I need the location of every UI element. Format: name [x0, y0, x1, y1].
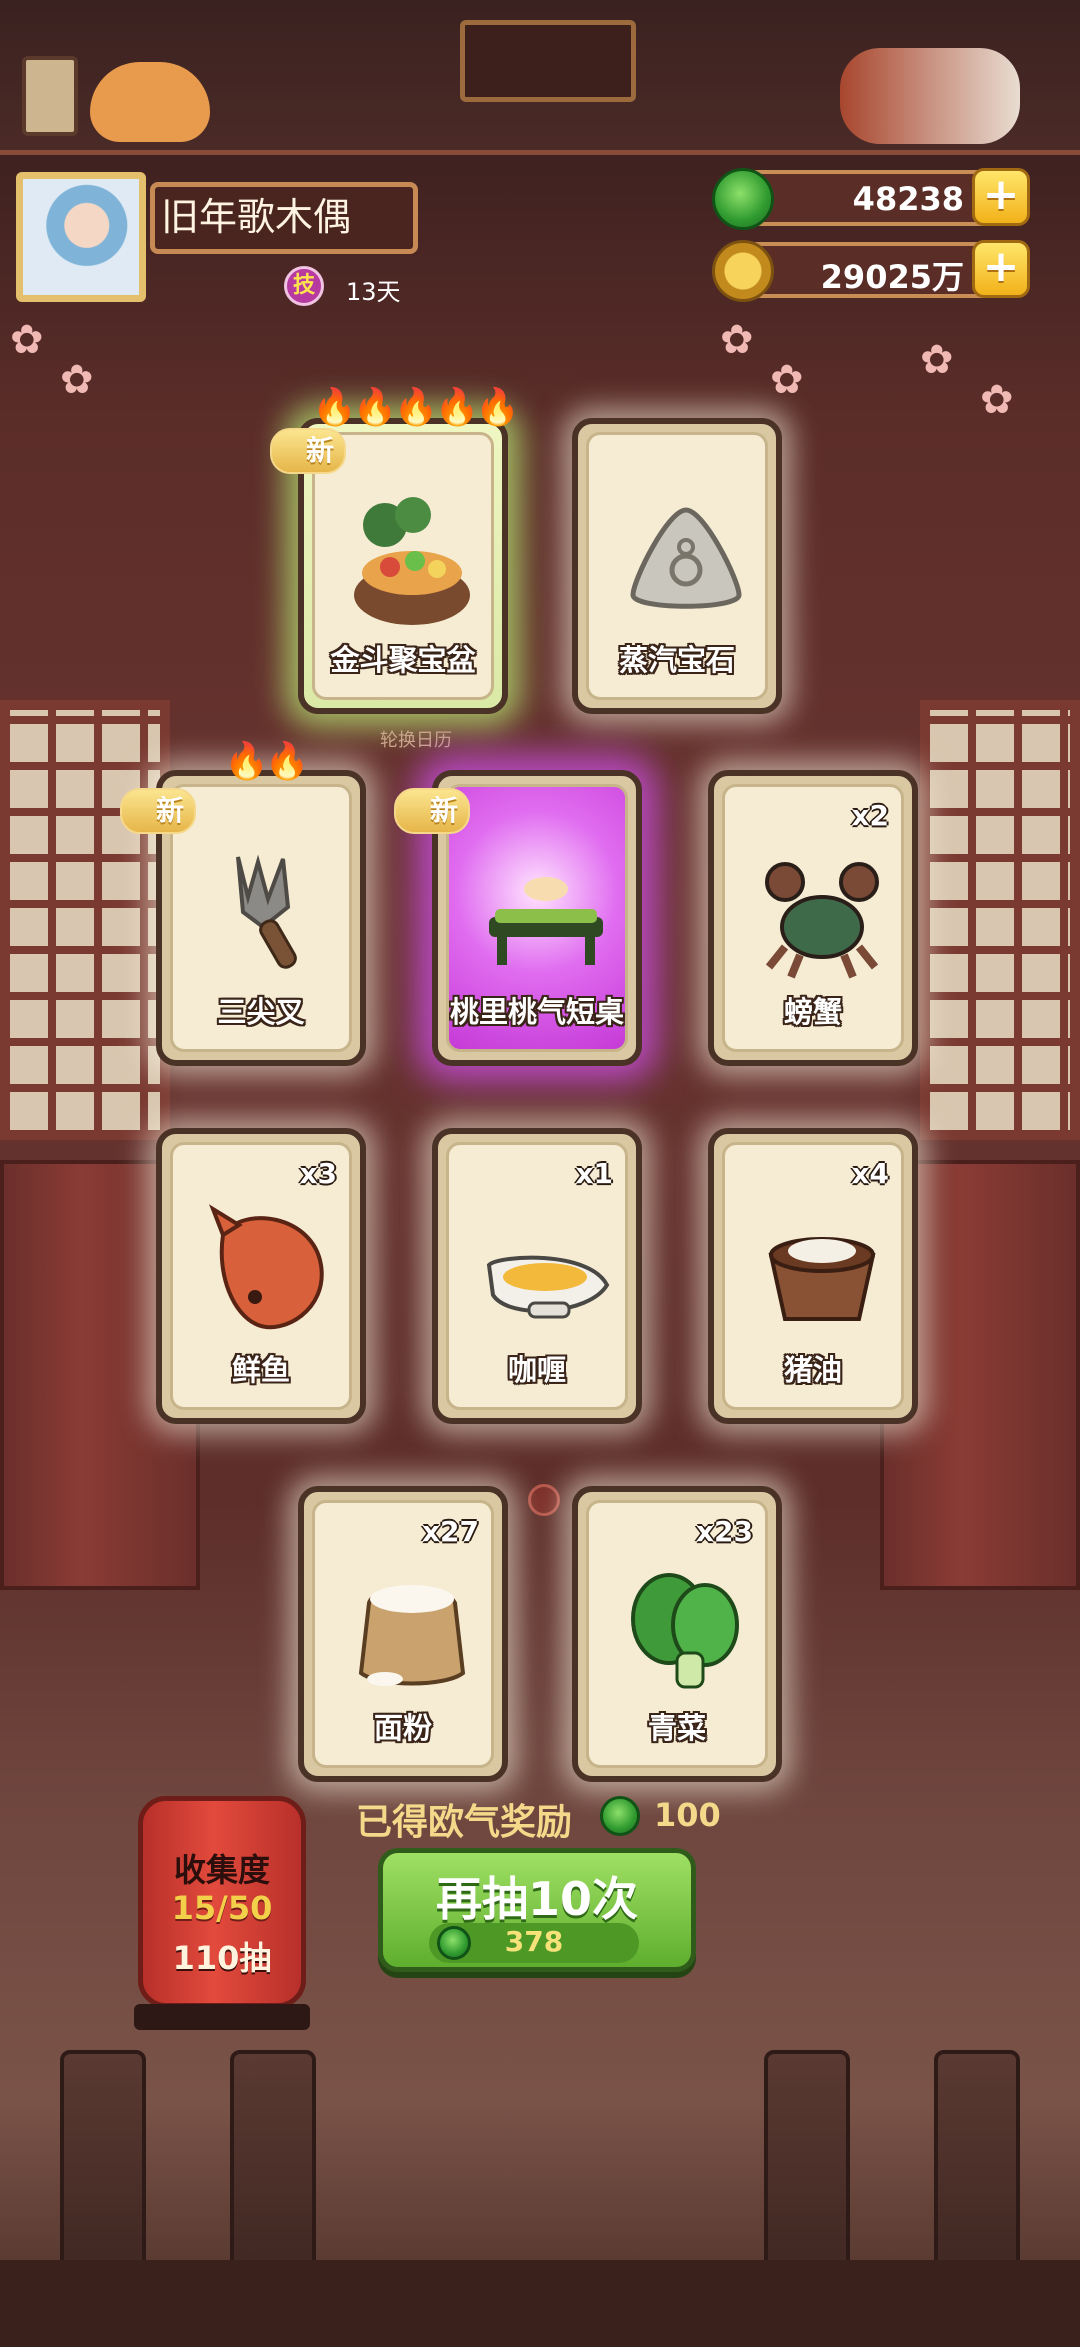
card-face: x2 螃蟹: [722, 784, 904, 1052]
reward-card[interactable]: x23 青菜: [572, 1486, 782, 1782]
draw-cost: 378: [504, 1925, 564, 1958]
characters-chat-icon[interactable]: [840, 48, 1020, 144]
hanging-portrait-icon[interactable]: [460, 20, 636, 102]
right-window-lattice: [920, 700, 1080, 1140]
card-name: 蒸汽宝石: [618, 643, 735, 677]
greens-icon: [631, 1573, 739, 1689]
card-count: x1: [575, 1157, 613, 1190]
blossom-icon: ✿: [720, 317, 754, 363]
skill-days: 13天: [346, 278, 401, 306]
blossom-icon: ✿: [60, 357, 94, 403]
blossom-icon: ✿: [770, 357, 804, 403]
draw-10-button[interactable]: 再抽10次 378: [378, 1848, 696, 1972]
card-face: 三尖叉: [170, 784, 352, 1052]
trident-icon: [236, 854, 297, 969]
card-face: x27 面粉: [312, 1500, 494, 1768]
lard-icon: [768, 1237, 876, 1321]
card-face: 桃里桃气短桌: [446, 784, 628, 1052]
card-face: x23 青菜: [586, 1500, 768, 1768]
jade-amount: 48238: [852, 180, 964, 218]
coin-currency-bar: 29025万 +: [712, 240, 1030, 302]
blossom-icon: ✿: [980, 377, 1014, 423]
reward-label: 已得欧气奖励: [356, 1802, 573, 1843]
rotation-calendar-label: 轮换日历: [380, 730, 452, 751]
card-face: x1 咖喱: [446, 1142, 628, 1410]
new-badge: 新: [120, 788, 197, 834]
coin-amount: 29025万: [820, 258, 964, 296]
card-name: 三尖叉: [217, 995, 305, 1029]
draw-cost-pill: 378: [429, 1923, 639, 1963]
card-name: 青菜: [647, 1711, 706, 1745]
reward-card[interactable]: x2 螃蟹: [708, 770, 918, 1066]
avatar[interactable]: [16, 172, 146, 302]
flame-icons: 🔥🔥: [224, 741, 310, 782]
paw-scroll-icon[interactable]: [22, 56, 78, 136]
card-face: 金斗聚宝盆: [312, 432, 494, 700]
flour-sack-icon: [358, 1585, 466, 1686]
center-knob-icon: [528, 1484, 560, 1516]
card-count: x23: [695, 1515, 753, 1548]
jade-icon: [600, 1796, 640, 1836]
card-face: 蒸汽宝石: [586, 432, 768, 700]
reward-card[interactable]: x3 鲜鱼: [156, 1128, 366, 1424]
bottom-floor: [0, 2260, 1080, 2347]
coin-icon: [712, 240, 774, 302]
add-coins-button[interactable]: +: [972, 240, 1030, 298]
card-count: x2: [851, 799, 889, 832]
card-face: x3 鲜鱼: [170, 1142, 352, 1410]
skill-badge-icon: 技: [284, 266, 324, 306]
reward-card[interactable]: x1 咖喱: [432, 1128, 642, 1424]
new-badge: 新: [270, 428, 347, 474]
card-name: 金斗聚宝盆: [330, 643, 476, 677]
cat-mascot-icon: [90, 62, 210, 142]
fish-icon: [209, 1204, 324, 1330]
card-count: x4: [851, 1157, 889, 1190]
blossom-icon: ✿: [10, 317, 44, 363]
collection-lantern[interactable]: 收集度 15/50 110抽: [138, 1796, 306, 2008]
jade-currency-bar: 48238 +: [712, 168, 1030, 230]
jade-icon: [712, 168, 774, 230]
player-name: 旧年歌木偶: [150, 182, 418, 254]
card-count: x27: [421, 1515, 479, 1548]
card-name: 咖喱: [507, 1353, 566, 1387]
draw-button-label: 再抽10次: [435, 1872, 638, 1926]
crab-icon: [765, 862, 879, 979]
card-name: 猪油: [783, 1353, 842, 1387]
collection-draws: 110抽: [172, 1939, 272, 1977]
reward-value: 100: [654, 1796, 721, 1834]
treasure-bowl-icon: [354, 497, 470, 625]
new-badge: 新: [394, 788, 471, 834]
add-jade-button[interactable]: +: [972, 168, 1030, 226]
card-name: 鲜鱼: [231, 1353, 290, 1387]
card-name: 螃蟹: [783, 995, 842, 1029]
curry-icon: [486, 1255, 610, 1319]
card-name: 桃里桃气短桌: [449, 995, 624, 1029]
steam-gem-icon: [630, 507, 742, 609]
reward-card[interactable]: x4 猪油: [708, 1128, 918, 1424]
reward-card[interactable]: 蒸汽宝石: [572, 418, 782, 714]
reward-card[interactable]: x27 面粉: [298, 1486, 508, 1782]
collection-title: 收集度: [173, 1851, 270, 1889]
flame-icons: 🔥🔥🔥🔥🔥: [312, 387, 520, 428]
card-count: x3: [299, 1157, 337, 1190]
collection-progress: 15/50: [171, 1889, 273, 1927]
lantern-stand: [134, 2004, 310, 2030]
left-window-lattice: [0, 700, 170, 1140]
short-table-icon: [489, 877, 603, 965]
blossom-icon: ✿: [920, 337, 954, 383]
card-name: 面粉: [373, 1711, 432, 1745]
card-face: x4 猪油: [722, 1142, 904, 1410]
